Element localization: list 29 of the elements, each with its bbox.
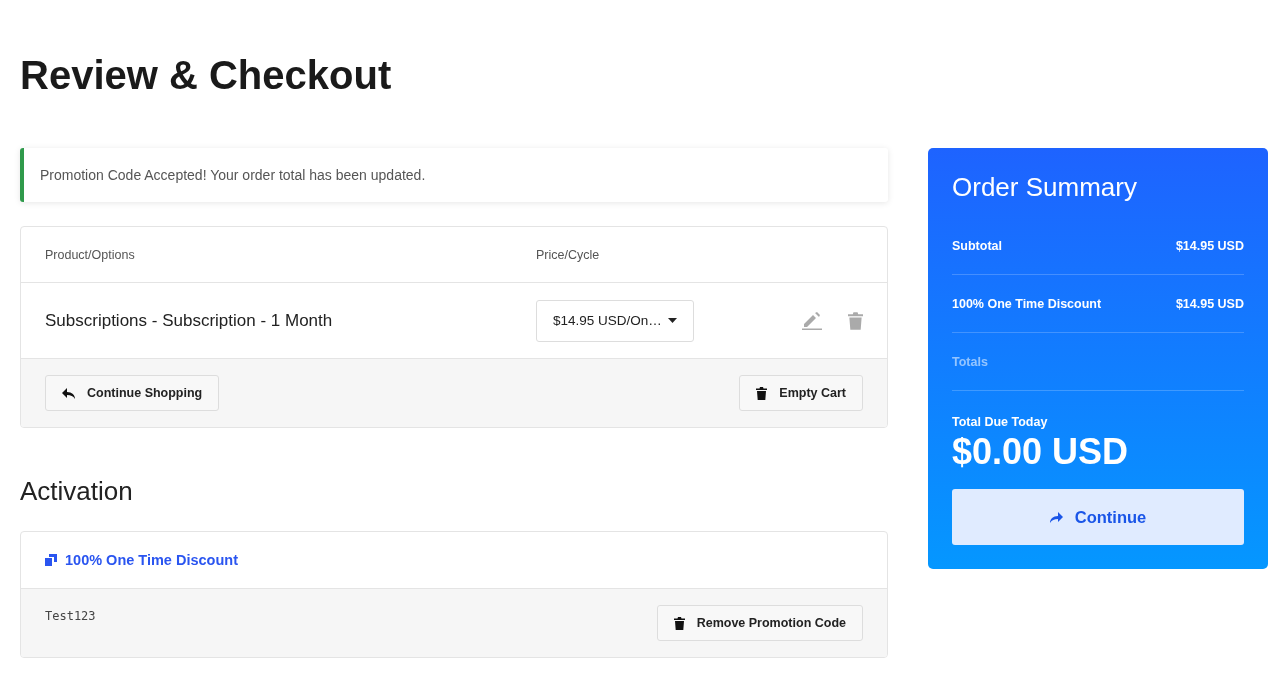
summary-heading: Totals: [952, 354, 988, 369]
column-header: Price/Cycle: [536, 247, 600, 262]
section-heading: Activation: [20, 476, 134, 507]
forward-arrow-icon: [1049, 511, 1063, 523]
promotion-title: 100% One Time Discount: [65, 552, 238, 568]
edit-icon[interactable]: [802, 311, 822, 330]
summary-title: Order Summary: [952, 172, 1138, 203]
promo-icon: [45, 554, 57, 566]
trash-icon[interactable]: [848, 311, 863, 330]
trash-icon: [756, 386, 768, 400]
due-amount: $0.00 USD: [952, 431, 1130, 473]
due-label: Total Due Today: [952, 415, 1049, 429]
page-title: Review & Checkout: [20, 52, 393, 99]
product-name: Subscriptions - Subscription - 1 Month: [45, 310, 333, 330]
column-header: Product/Options: [45, 247, 135, 262]
empty-cart-button[interactable]: Empty Cart: [739, 375, 863, 411]
summary-label: Subtotal: [952, 238, 1002, 253]
caret-icon: [668, 318, 677, 323]
continue-shopping-button[interactable]: Continue Shopping: [45, 375, 220, 411]
continue-button[interactable]: Continue: [952, 489, 1244, 545]
trash-icon: [673, 616, 685, 630]
summary-label: 100% One Time Discount: [952, 296, 1102, 311]
billing-cycle-select[interactable]: $14.95 USD/On…: [536, 299, 694, 342]
remove-promotion-button[interactable]: Remove Promotion Code: [656, 605, 863, 641]
summary-value: $14.95 USD: [1175, 296, 1244, 311]
success-alert: Promotion Code Accepted! Your order total has been updated.: [20, 148, 888, 202]
summary-value: $14.95 USD: [1175, 238, 1244, 253]
promotion-code: Test123: [45, 609, 96, 623]
reply-arrow-icon: [62, 387, 75, 399]
